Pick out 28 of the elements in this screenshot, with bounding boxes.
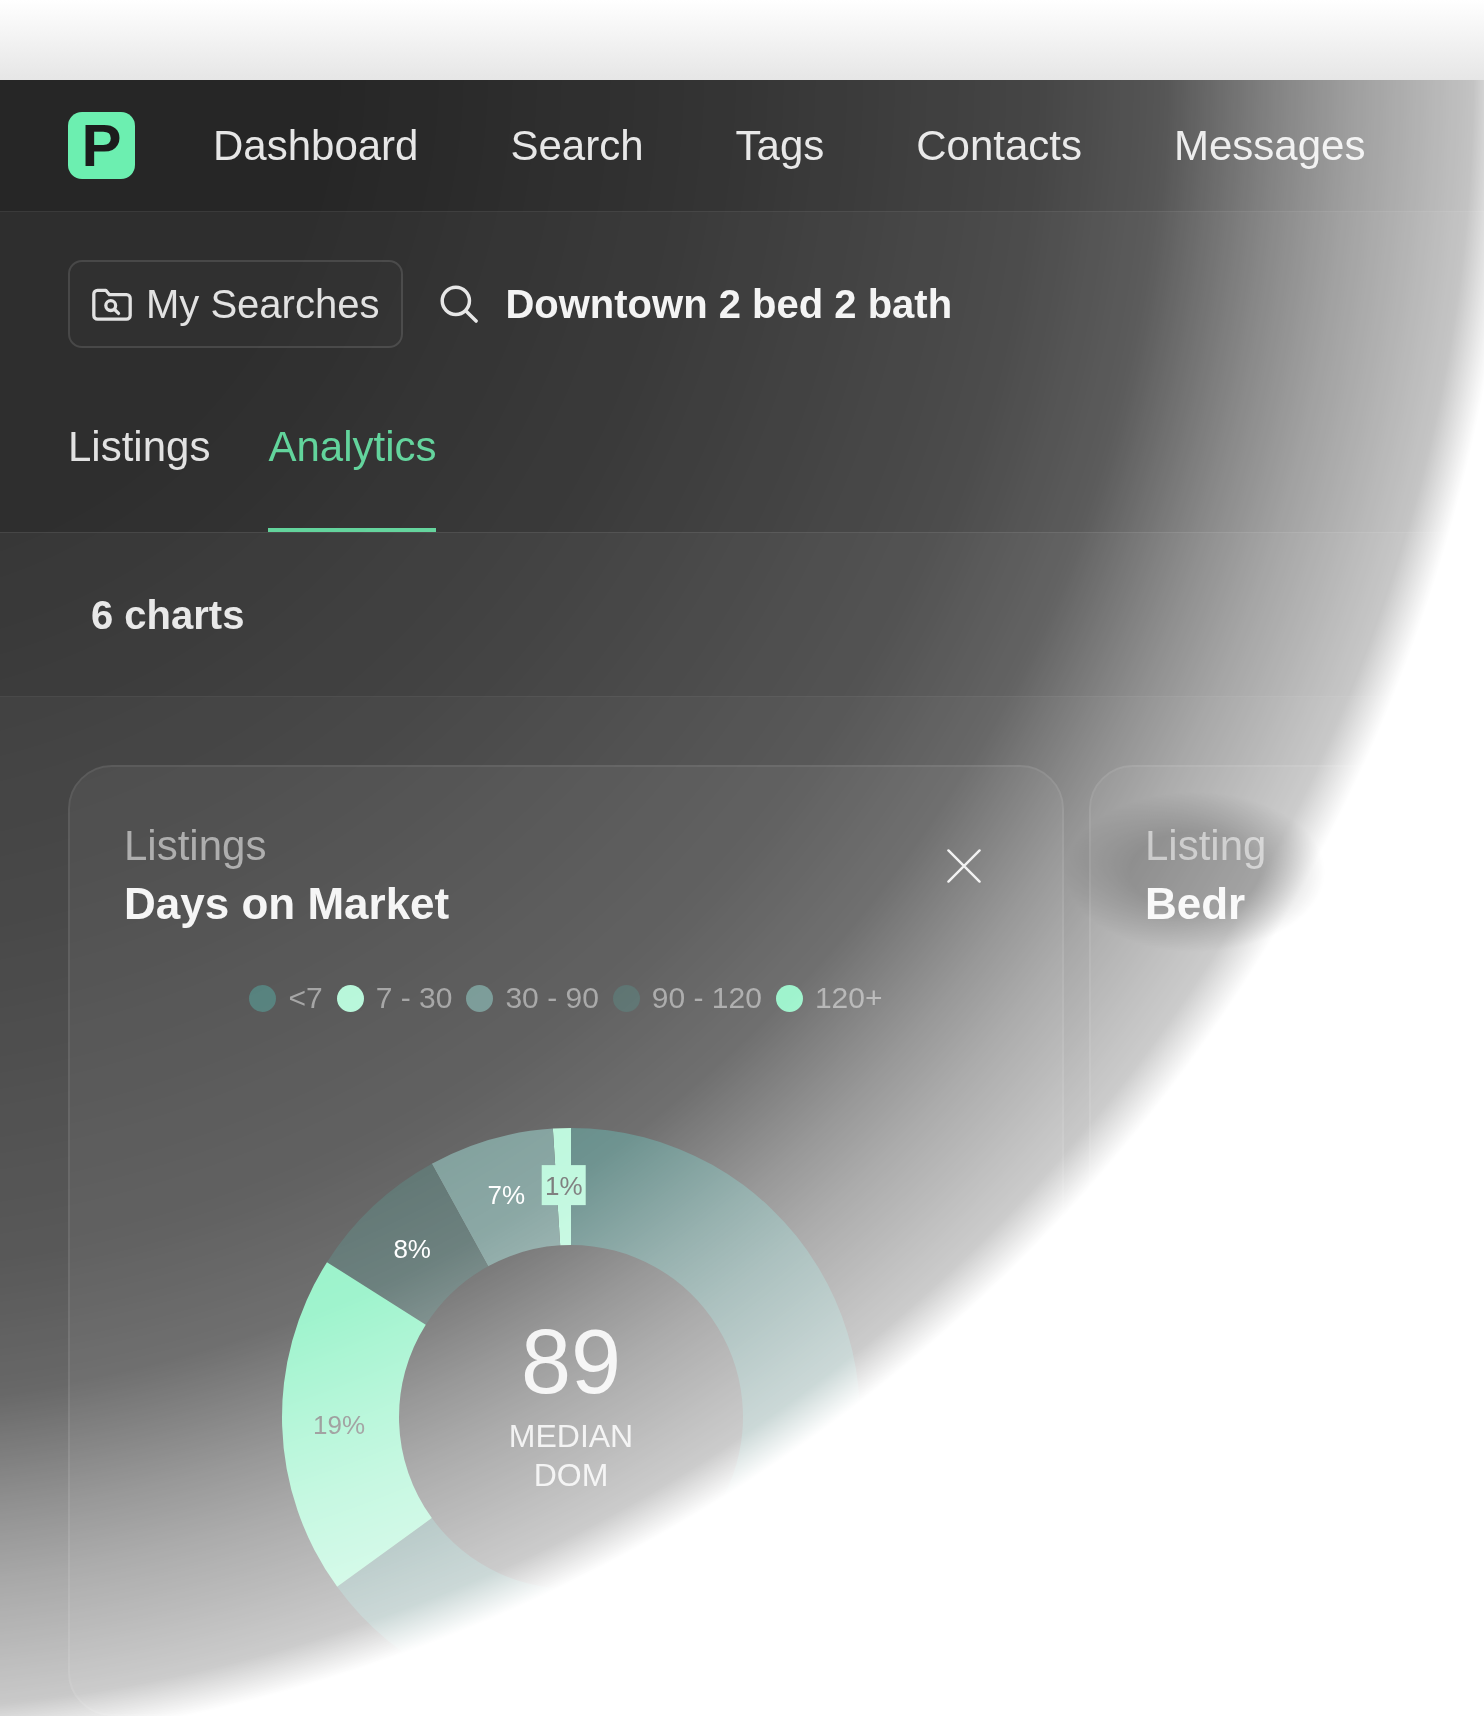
card-title: Bedr bbox=[1145, 878, 1247, 930]
card-subtitle: Listings bbox=[124, 821, 268, 871]
median-value: 89 bbox=[520, 1317, 622, 1407]
nav-link[interactable]: Dashboard bbox=[213, 120, 419, 171]
chart-count: 6 charts bbox=[91, 591, 245, 639]
data-label: 1% bbox=[544, 1171, 583, 1202]
tab[interactable]: Listings bbox=[68, 348, 211, 532]
legend-label: 7 - 30 bbox=[375, 980, 453, 1016]
card-title: Days on Market bbox=[124, 878, 450, 930]
legend-label: 120+ bbox=[814, 980, 883, 1016]
nav-link[interactable]: Search bbox=[510, 120, 644, 171]
nav-link[interactable]: Contacts bbox=[916, 120, 1082, 171]
search-icon bbox=[440, 285, 479, 323]
slice-label: 8% bbox=[393, 1233, 431, 1264]
search-field[interactable]: Downtown 2 bed 2 bath bbox=[505, 276, 1106, 332]
slice-label-tag: 1% bbox=[541, 1165, 586, 1206]
legend-label: 90 - 120 bbox=[651, 980, 762, 1016]
folder-search-icon bbox=[92, 287, 132, 321]
legend-label: <7 bbox=[288, 980, 323, 1016]
legend-label: 30 - 90 bbox=[505, 980, 599, 1016]
median-label: MEDIAN DOM bbox=[507, 1417, 635, 1495]
close-button[interactable] bbox=[947, 849, 981, 883]
nav-link[interactable]: Tags bbox=[735, 120, 825, 171]
slice-label: 7% bbox=[487, 1180, 526, 1211]
close-icon bbox=[947, 849, 981, 883]
slice-label: 19% bbox=[313, 1410, 366, 1441]
my-searches-button[interactable]: My Searches bbox=[68, 260, 404, 348]
app-logo: P bbox=[68, 112, 135, 179]
